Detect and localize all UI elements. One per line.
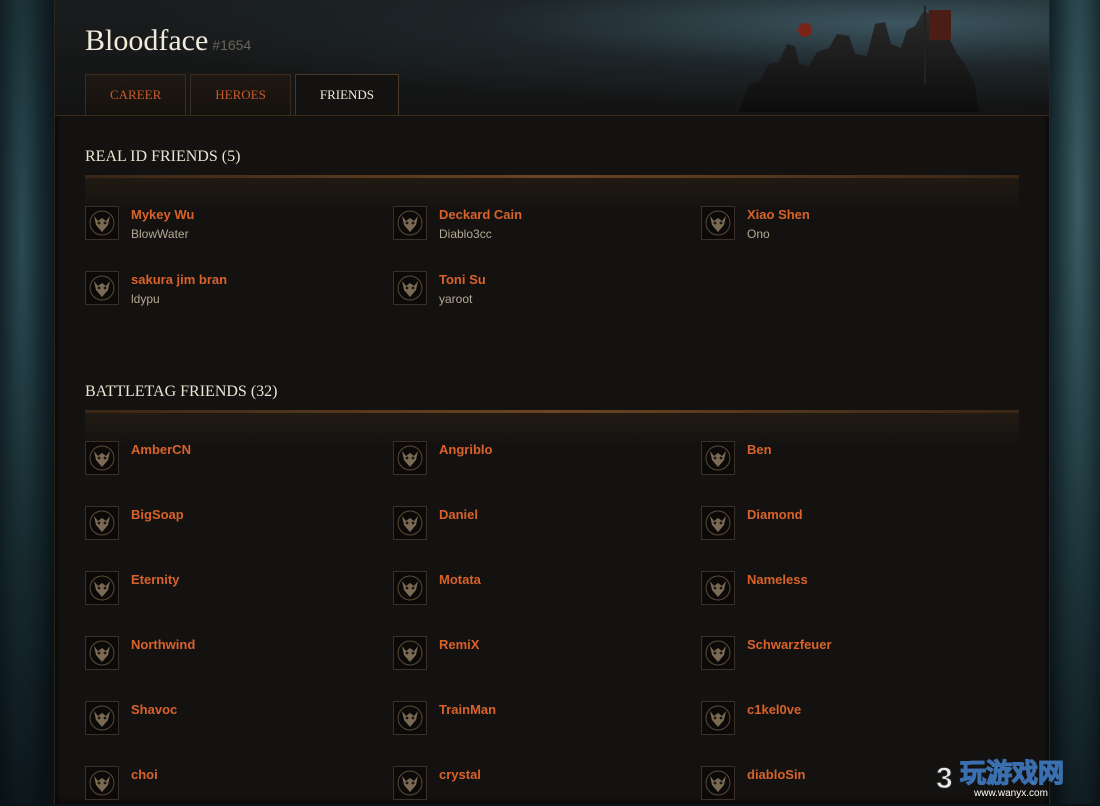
battletag-friend-item[interactable]: Ben	[701, 441, 1001, 481]
battletag-friend-item[interactable]: Nameless	[701, 571, 1001, 611]
friend-name-link[interactable]: Deckard Cain	[439, 207, 522, 222]
friend-avatar[interactable]	[393, 506, 427, 540]
friend-name-link[interactable]: Xiao Shen	[747, 207, 810, 222]
profile-tag: #1654	[212, 37, 252, 53]
friend-avatar[interactable]	[701, 701, 735, 735]
real-id-friend-item[interactable]: sakura jim bran ldypu	[85, 271, 385, 311]
friend-battletag: BlowWater	[131, 227, 189, 241]
battletag-friend-item[interactable]: choi	[85, 766, 385, 806]
friend-name-link[interactable]: Nameless	[747, 572, 808, 587]
real-id-friends-title: REAL ID FRIENDS (5)	[85, 148, 241, 165]
friend-avatar[interactable]	[85, 441, 119, 475]
friend-name-link[interactable]: Schwarzfeuer	[747, 637, 832, 652]
battletag-friend-item[interactable]: Diamond	[701, 506, 1001, 546]
friend-avatar[interactable]	[85, 636, 119, 670]
profile-tabs: CAREER HEROES FRIENDS	[85, 74, 400, 115]
watermark-prefix: 3	[936, 762, 953, 795]
battletag-friend-item[interactable]: Schwarzfeuer	[701, 636, 1001, 676]
friend-avatar[interactable]	[701, 441, 735, 475]
battletag-friend-item[interactable]: c1kel0ve	[701, 701, 1001, 741]
profile-header: Bloodface #1654 CAREER HEROES FRIENDS	[55, 0, 1049, 116]
site-watermark-logo: 3 玩游戏网 www.wanyx.com	[936, 758, 1065, 799]
friend-name-link[interactable]: c1kel0ve	[747, 702, 801, 717]
friend-battletag: yaroot	[439, 292, 473, 306]
friend-avatar[interactable]	[701, 206, 735, 240]
friend-name-link[interactable]: Northwind	[131, 637, 195, 652]
friend-avatar[interactable]	[701, 571, 735, 605]
watermark-url: www.wanyx.com	[973, 788, 1048, 799]
battletag-friend-item[interactable]: Angriblo	[393, 441, 693, 481]
friend-avatar[interactable]	[393, 571, 427, 605]
friend-name-link[interactable]: Mykey Wu	[131, 207, 194, 222]
friend-avatar[interactable]	[701, 506, 735, 540]
battletag-friend-item[interactable]: BigSoap	[85, 506, 385, 546]
friend-name-link[interactable]: Eternity	[131, 572, 179, 587]
profile-panel: Bloodface #1654 CAREER HEROES FRIENDS REA…	[54, 0, 1050, 804]
watermark-text: 玩游戏网	[960, 759, 1064, 789]
tab-heroes[interactable]: HEROES	[190, 74, 291, 115]
friend-avatar[interactable]	[85, 506, 119, 540]
friend-name-link[interactable]: AmberCN	[131, 442, 191, 457]
battletag-friend-item[interactable]: Daniel	[393, 506, 693, 546]
tab-career[interactable]: CAREER	[85, 74, 187, 115]
friend-name-link[interactable]: Shavoc	[131, 702, 177, 717]
friend-name-link[interactable]: crystal	[439, 767, 481, 782]
background-right	[1046, 0, 1100, 804]
friend-name-link[interactable]: choi	[131, 767, 158, 782]
friend-avatar[interactable]	[701, 636, 735, 670]
battletag-friend-item[interactable]: TrainMan	[393, 701, 693, 741]
friend-battletag: Ono	[747, 227, 770, 241]
friend-name-link[interactable]: RemiX	[439, 637, 479, 652]
real-id-friend-item[interactable]: Mykey Wu BlowWater	[85, 206, 385, 246]
friend-name-link[interactable]: Ben	[747, 442, 772, 457]
friend-avatar[interactable]	[393, 766, 427, 800]
friend-avatar[interactable]	[701, 766, 735, 800]
battletag-friend-item[interactable]: Eternity	[85, 571, 385, 611]
friend-name-link[interactable]: diabloSin	[747, 767, 806, 782]
friend-avatar[interactable]	[85, 766, 119, 800]
friend-name-link[interactable]: Motata	[439, 572, 481, 587]
profile-name: Bloodface	[85, 24, 209, 57]
friend-name-link[interactable]: sakura jim bran	[131, 272, 227, 287]
friend-avatar[interactable]	[85, 701, 119, 735]
friend-avatar[interactable]	[85, 206, 119, 240]
battletag-friend-item[interactable]: Motata	[393, 571, 693, 611]
tab-friends[interactable]: FRIENDS	[294, 74, 400, 115]
friend-name-link[interactable]: Angriblo	[439, 442, 492, 457]
friend-avatar[interactable]	[393, 701, 427, 735]
battletag-friend-item[interactable]: crystal	[393, 766, 693, 806]
friend-avatar[interactable]	[393, 206, 427, 240]
friend-avatar[interactable]	[393, 636, 427, 670]
friend-avatar[interactable]	[85, 271, 119, 305]
real-id-friend-item[interactable]: Xiao Shen Ono	[701, 206, 1001, 246]
battletag-friend-item[interactable]: Shavoc	[85, 701, 385, 741]
page-title: Bloodface #1654	[85, 24, 251, 58]
friend-name-link[interactable]: Daniel	[439, 507, 478, 522]
friend-avatar[interactable]	[393, 271, 427, 305]
friend-name-link[interactable]: TrainMan	[439, 702, 496, 717]
real-id-friend-item[interactable]: Deckard Cain Diablo3cc	[393, 206, 693, 246]
friend-name-link[interactable]: Toni Su	[439, 272, 486, 287]
heroes-banner-image	[739, 6, 979, 112]
background-left	[0, 0, 56, 804]
friend-name-link[interactable]: BigSoap	[131, 507, 184, 522]
friend-battletag: Diablo3cc	[439, 227, 492, 241]
battletag-friends-title: BATTLETAG FRIENDS (32)	[85, 383, 278, 400]
friend-avatar[interactable]	[393, 441, 427, 475]
battletag-friend-item[interactable]: AmberCN	[85, 441, 385, 481]
friend-battletag: ldypu	[131, 292, 160, 306]
friend-name-link[interactable]: Diamond	[747, 507, 803, 522]
real-id-friend-item[interactable]: Toni Su yaroot	[393, 271, 693, 311]
battletag-friend-item[interactable]: RemiX	[393, 636, 693, 676]
battletag-friend-item[interactable]: Northwind	[85, 636, 385, 676]
friend-avatar[interactable]	[85, 571, 119, 605]
